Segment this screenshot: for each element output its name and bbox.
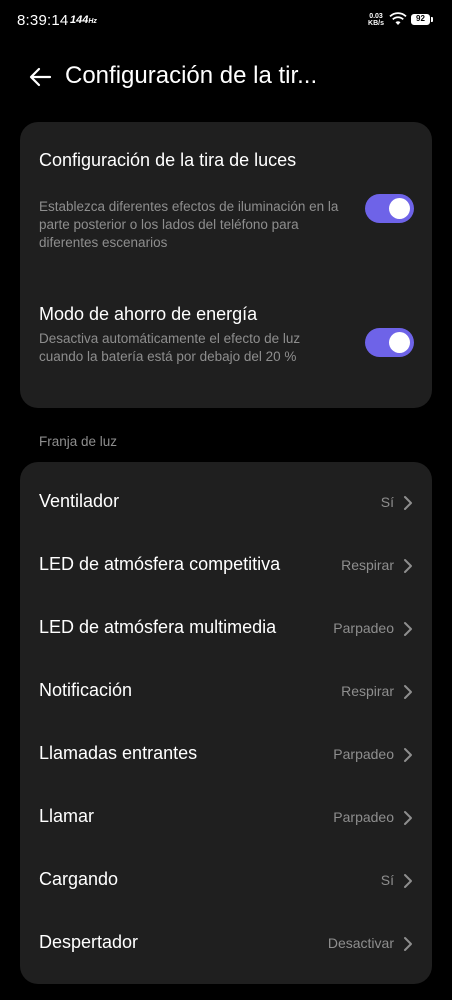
network-speed: 0.03 KB/s bbox=[368, 13, 384, 27]
arrow-left-icon[interactable] bbox=[26, 62, 56, 92]
list-item-despertador[interactable]: Despertador Desactivar bbox=[20, 913, 432, 976]
chevron-right-icon bbox=[404, 937, 412, 951]
list-item-notificacion[interactable]: Notificación Respirar bbox=[20, 661, 432, 724]
chevron-right-icon bbox=[404, 685, 412, 699]
list-item-value: Desactivar bbox=[327, 935, 394, 951]
list-item-led-multimedia[interactable]: LED de atmósfera multimedia Parpadeo bbox=[20, 598, 432, 661]
refresh-rate-indicator: 144Hz bbox=[70, 14, 97, 26]
battery-icon: 92 bbox=[411, 14, 430, 25]
list-item-value: Respirar bbox=[341, 683, 394, 699]
list-item-label: Llamar bbox=[39, 806, 95, 826]
page-title: Configuración de la tir... bbox=[65, 62, 318, 89]
app-header: Configuración de la tir... bbox=[0, 52, 452, 100]
list-item-led-competitiva[interactable]: LED de atmósfera competitiva Respirar bbox=[20, 535, 432, 598]
status-time: 8:39:14 bbox=[17, 12, 69, 29]
list-item-ventilador[interactable]: Ventilador Sí bbox=[20, 472, 432, 535]
status-bar: 8:39:14 144Hz 0.03 KB/s 92 bbox=[0, 0, 452, 40]
section-label: Franja de luz bbox=[39, 434, 118, 449]
list-item-value: Parpadeo bbox=[333, 620, 394, 636]
toggle-description: Establezca diferentes efectos de ilumina… bbox=[39, 199, 339, 250]
list-item-value: Sí bbox=[380, 872, 394, 888]
light-strip-toggle-row[interactable]: Configuración de la tira de luces Establ… bbox=[20, 148, 432, 278]
wifi-icon bbox=[389, 12, 407, 25]
chevron-right-icon bbox=[404, 874, 412, 888]
battery-tip bbox=[431, 17, 433, 22]
list-item-llamar[interactable]: Llamar Parpadeo bbox=[20, 787, 432, 850]
light-strip-list-card: Ventilador Sí LED de atmósfera competiti… bbox=[20, 462, 432, 984]
chevron-right-icon bbox=[404, 496, 412, 510]
toggle-description: Desactiva automáticamente el efecto de l… bbox=[39, 331, 301, 364]
list-item-value: Parpadeo bbox=[333, 809, 394, 825]
toggle-title: Configuración de la tira de luces bbox=[39, 150, 297, 170]
list-item-value: Sí bbox=[380, 494, 394, 510]
list-item-llamadas-entrantes[interactable]: Llamadas entrantes Parpadeo bbox=[20, 724, 432, 787]
list-item-label: Despertador bbox=[39, 932, 139, 952]
power-saving-switch[interactable] bbox=[365, 328, 414, 357]
chevron-right-icon bbox=[404, 622, 412, 636]
list-item-label: Notificación bbox=[39, 680, 133, 700]
switch-knob bbox=[389, 198, 410, 219]
toggle-title: Modo de ahorro de energía bbox=[39, 304, 258, 324]
list-item-label: LED de atmósfera competitiva bbox=[39, 554, 281, 574]
chevron-right-icon bbox=[404, 559, 412, 573]
toggle-settings-card: Configuración de la tira de luces Establ… bbox=[20, 122, 432, 408]
power-saving-toggle-row[interactable]: Modo de ahorro de energía Desactiva auto… bbox=[20, 302, 432, 392]
chevron-right-icon bbox=[404, 811, 412, 825]
light-strip-switch[interactable] bbox=[365, 194, 414, 223]
list-item-label: Ventilador bbox=[39, 491, 120, 511]
list-item-cargando[interactable]: Cargando Sí bbox=[20, 850, 432, 913]
list-item-value: Respirar bbox=[341, 557, 394, 573]
list-item-value: Parpadeo bbox=[333, 746, 394, 762]
list-item-label: Llamadas entrantes bbox=[39, 743, 198, 763]
chevron-right-icon bbox=[404, 748, 412, 762]
list-item-label: Cargando bbox=[39, 869, 119, 889]
list-item-label: LED de atmósfera multimedia bbox=[39, 617, 277, 637]
switch-knob bbox=[389, 332, 410, 353]
